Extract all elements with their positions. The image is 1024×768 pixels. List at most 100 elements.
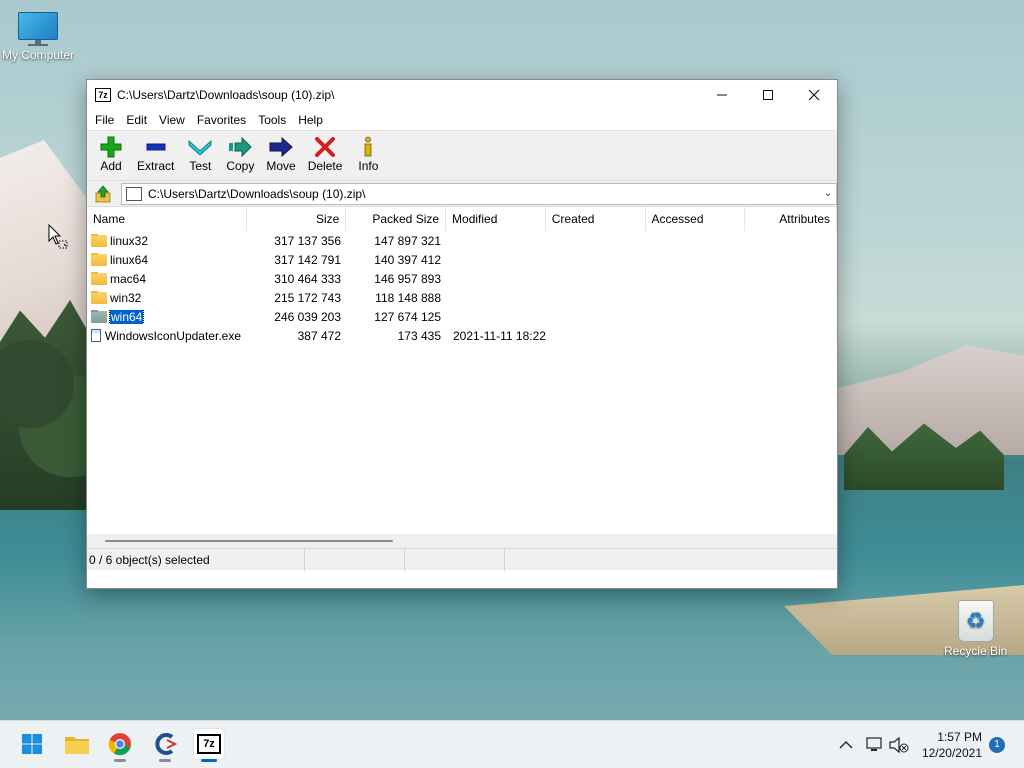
test-label: Test: [189, 159, 212, 173]
taskbar-file-explorer[interactable]: [62, 729, 92, 759]
row-packed-size: 118 148 888: [375, 290, 441, 305]
status-segment: [405, 548, 505, 571]
system-clock[interactable]: 1:57 PM 12/20/2021: [922, 729, 982, 761]
row-packed-size: 146 957 893: [374, 271, 441, 286]
7zip-app-icon: 7z: [95, 88, 111, 102]
info-button[interactable]: Info: [348, 131, 388, 173]
add-button[interactable]: Add: [91, 131, 131, 173]
row-name: WindowsIconUpdater.exe: [104, 328, 241, 343]
table-row[interactable]: mac64 310 464 333 146 957 893: [87, 269, 837, 288]
extract-label: Extract: [137, 159, 175, 173]
column-modified[interactable]: Modified: [446, 207, 546, 231]
status-segment: [505, 549, 837, 571]
active-indicator: [201, 759, 217, 762]
column-header-row: Name Size Packed Size Modified Created A…: [87, 207, 837, 231]
menu-help[interactable]: Help: [292, 113, 329, 127]
move-arrow-icon: [269, 136, 293, 158]
taskbar: 7z 1:57 PM 12/20/2021 1: [0, 720, 1024, 768]
folder-icon: [91, 271, 107, 285]
taskbar-ccleaner[interactable]: [150, 729, 180, 762]
taskbar-chrome[interactable]: [105, 729, 135, 762]
info-icon: [356, 136, 380, 158]
row-modified: 2021-11-11 18:22: [453, 328, 546, 343]
minus-icon: [144, 136, 168, 158]
file-list: Name Size Packed Size Modified Created A…: [87, 206, 837, 548]
close-button[interactable]: [791, 80, 837, 110]
row-packed-size: 173 435: [397, 328, 441, 343]
chevron-up-icon[interactable]: [836, 735, 856, 755]
add-label: Add: [100, 159, 122, 173]
chrome-icon: [108, 733, 131, 756]
column-packed-size[interactable]: Packed Size: [346, 207, 447, 231]
minimize-button[interactable]: [699, 80, 745, 110]
status-selection: 0 / 6 object(s) selected: [87, 548, 305, 571]
column-created[interactable]: Created: [546, 207, 646, 231]
delete-label: Delete: [307, 159, 343, 173]
menu-tools[interactable]: Tools: [252, 113, 292, 127]
address-field[interactable]: C:\Users\Dartz\Downloads\soup (10).zip\ …: [121, 182, 837, 205]
column-size[interactable]: Size: [247, 207, 347, 231]
horizontal-scrollbar[interactable]: [87, 534, 837, 548]
wallpaper-forest-left: [0, 300, 100, 510]
chevron-down-icon[interactable]: ⌄: [820, 188, 836, 199]
taskbar-7zip[interactable]: 7z: [194, 729, 224, 762]
row-name: win64: [108, 309, 145, 324]
desktop-icon-my-computer[interactable]: My Computer: [2, 12, 74, 62]
maximize-button[interactable]: [745, 80, 791, 110]
delete-button[interactable]: Delete: [302, 131, 349, 173]
test-button[interactable]: Test: [180, 131, 220, 173]
address-bar: C:\Users\Dartz\Downloads\soup (10).zip\ …: [87, 180, 837, 206]
up-folder-button[interactable]: [91, 183, 115, 205]
maximize-icon: [763, 90, 773, 100]
clock-date: 12/20/2021: [921, 746, 982, 760]
menu-file[interactable]: File: [89, 113, 120, 127]
row-packed-size: 147 897 321: [374, 233, 441, 248]
mouse-cursor-icon: [48, 224, 68, 249]
title-bar[interactable]: 7z C:\Users\Dartz\Downloads\soup (10).zi…: [87, 80, 837, 110]
desktop-icon-label: Recycle Bin: [944, 644, 1008, 658]
move-button[interactable]: Move: [260, 131, 301, 173]
folder-icon: [91, 252, 107, 266]
notification-badge[interactable]: 1: [989, 737, 1005, 753]
column-accessed[interactable]: Accessed: [646, 207, 746, 231]
wallpaper-forest-right: [844, 423, 1004, 490]
minimize-icon: [717, 94, 727, 96]
row-name: linux32: [110, 233, 149, 248]
table-row[interactable]: WindowsIconUpdater.exe 387 472 173 435 2…: [87, 326, 837, 345]
row-size: 246 039 203: [274, 309, 341, 324]
copy-label: Copy: [226, 159, 255, 173]
volume-muted-icon[interactable]: [888, 735, 910, 755]
recycle-bin-icon: ♻: [957, 600, 994, 642]
desktop-icon-recycle-bin[interactable]: ♻ Recycle Bin: [944, 600, 1007, 658]
info-label: Info: [358, 159, 379, 173]
menu-favorites[interactable]: Favorites: [191, 113, 252, 127]
system-tray: [836, 721, 910, 768]
column-name[interactable]: Name: [87, 207, 247, 231]
menu-view[interactable]: View: [153, 113, 191, 127]
copy-button[interactable]: Copy: [220, 131, 260, 173]
status-bar: 0 / 6 object(s) selected: [87, 548, 837, 571]
menu-edit[interactable]: Edit: [120, 113, 153, 127]
archive-icon: [126, 186, 142, 201]
table-row-selected[interactable]: win64 246 039 203 127 674 125: [87, 307, 837, 326]
table-row[interactable]: linux64 317 142 791 140 397 412: [87, 250, 837, 269]
folder-icon: [65, 737, 89, 754]
table-row[interactable]: linux32 317 137 356 147 897 321: [87, 231, 837, 250]
status-segment: [305, 548, 405, 571]
close-icon: [808, 89, 820, 101]
start-button[interactable]: [17, 729, 47, 759]
clock-time: 1:57 PM: [937, 730, 982, 744]
desktop-icon-label: My Computer: [2, 48, 75, 62]
x-icon: [313, 136, 337, 158]
scrollbar-thumb[interactable]: [105, 540, 393, 542]
up-arrow-icon: [95, 184, 111, 202]
extract-button[interactable]: Extract: [131, 131, 180, 173]
row-size: 215 172 743: [274, 290, 341, 305]
window-title: C:\Users\Dartz\Downloads\soup (10).zip\: [117, 88, 335, 102]
row-packed-size: 140 397 412: [374, 252, 441, 267]
network-icon[interactable]: [864, 735, 886, 755]
column-attributes[interactable]: Attributes: [745, 207, 837, 231]
windows-start-icon: [22, 734, 42, 754]
table-row[interactable]: win32 215 172 743 118 148 888: [87, 288, 837, 307]
copy-arrow-icon: [228, 136, 253, 158]
